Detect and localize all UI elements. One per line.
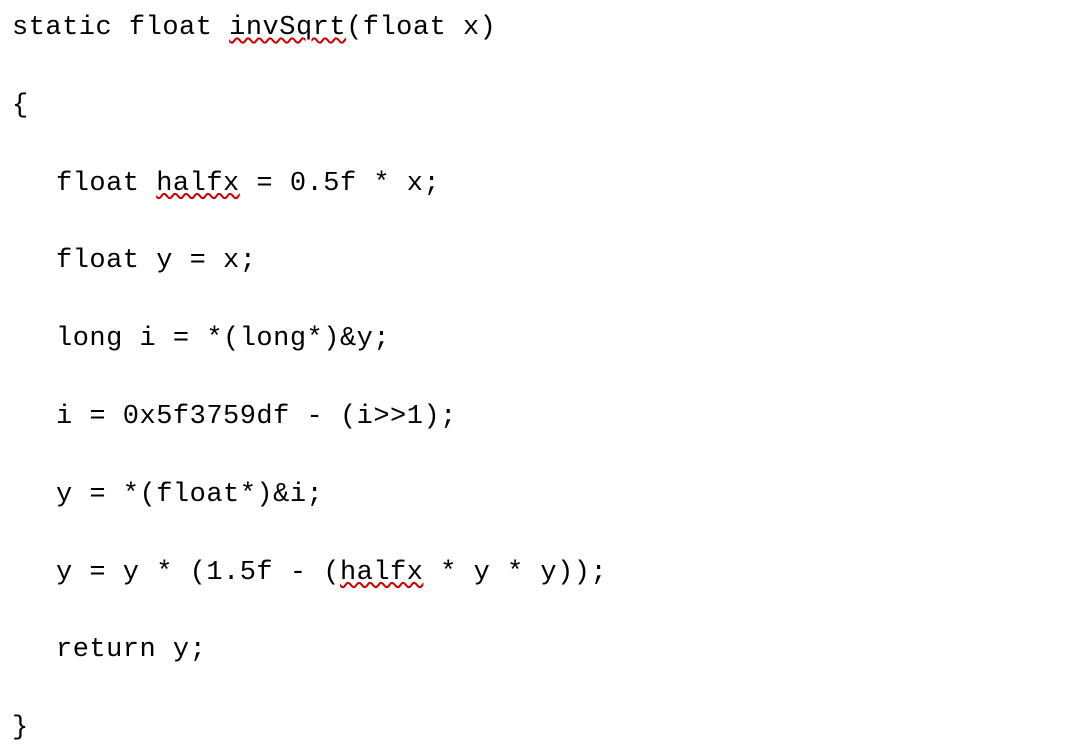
code-text: long i = *(long*)&y; (56, 324, 390, 354)
code-line: i = 0x5f3759df - (i>>1); (12, 399, 1065, 437)
code-text: } (12, 713, 29, 743)
code-line: return y; (12, 632, 1065, 670)
code-text: (float x) (346, 13, 496, 43)
code-text: y = *(float*)&i; (56, 480, 323, 510)
code-text: float y = x; (56, 246, 256, 276)
code-line: static float invSqrt(float x) (12, 10, 1065, 48)
code-line: float y = x; (12, 243, 1065, 281)
code-line: long i = *(long*)&y; (12, 321, 1065, 359)
code-line: { (12, 88, 1065, 126)
spellcheck-word: invSqrt (229, 13, 346, 43)
code-text: y = y * (1.5f - ( (56, 558, 340, 588)
code-block: static float invSqrt(float x) { float half… (12, 10, 1065, 748)
code-line: } (12, 710, 1065, 748)
code-text: * y * y)); (423, 558, 607, 588)
code-text: return y; (56, 635, 206, 665)
code-text: = 0.5f * x; (240, 169, 440, 199)
code-text: static float (12, 13, 229, 43)
spellcheck-word: halfx (156, 169, 240, 199)
spellcheck-word: halfx (340, 558, 424, 588)
code-text: float (56, 169, 156, 199)
code-text: { (12, 91, 29, 121)
code-line: y = *(float*)&i; (12, 477, 1065, 515)
code-line: y = y * (1.5f - (halfx * y * y)); (12, 555, 1065, 593)
code-line: float halfx = 0.5f * x; (12, 166, 1065, 204)
code-text: i = 0x5f3759df - (i>>1); (56, 402, 457, 432)
